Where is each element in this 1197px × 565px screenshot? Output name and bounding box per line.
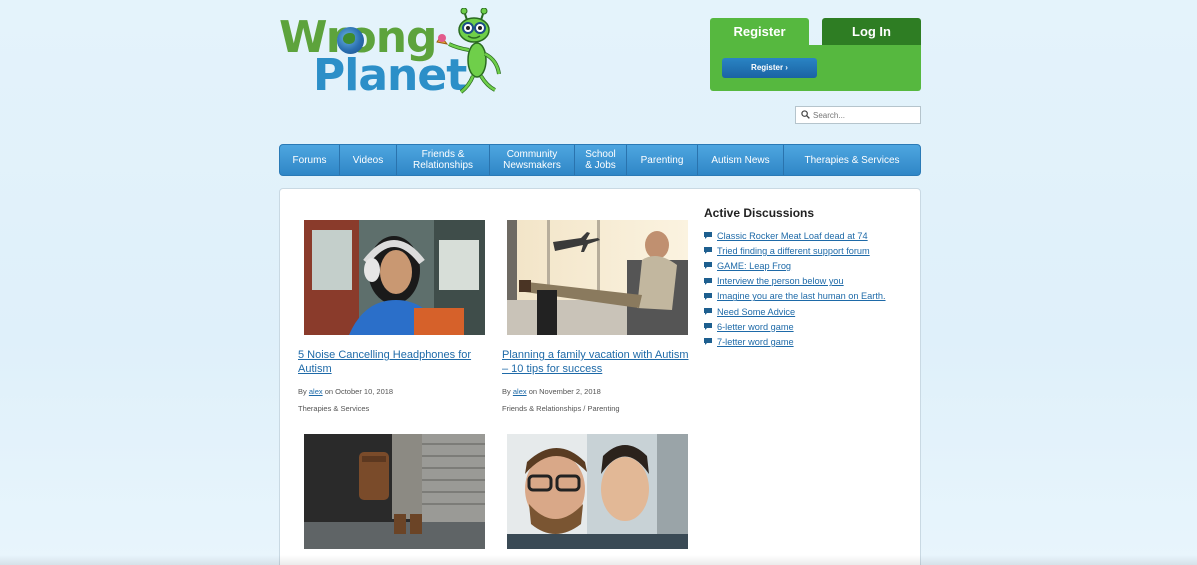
nav-videos-label: Videos <box>352 154 384 166</box>
byline-prefix: By <box>298 387 307 396</box>
search-box[interactable] <box>795 106 921 124</box>
article-date: on November 2, 2018 <box>528 387 601 396</box>
tab-login[interactable]: Log In <box>822 18 921 45</box>
article-meta-vacation: By alex on November 2, 2018 <box>502 387 601 397</box>
nav-therapies-services[interactable]: Therapies & Services <box>784 145 920 175</box>
article-image-backpack[interactable] <box>304 434 485 549</box>
article-meta-headphones: By alex on October 10, 2018 <box>298 387 393 397</box>
discussion-link[interactable]: Imagine you are the last human on Earth. <box>717 291 886 301</box>
nav-friends-relationships[interactable]: Friends & Relationships <box>397 145 490 175</box>
speech-bubble-icon <box>704 262 712 270</box>
nav-community-line1: Community <box>506 149 558 160</box>
nav-friends-line2: Relationships <box>412 160 474 171</box>
auth-box: Register Log In Register › <box>710 18 921 91</box>
article-category-vacation[interactable]: Friends & Relationships / Parenting <box>502 404 620 413</box>
tab-register[interactable]: Register <box>710 18 809 46</box>
discussion-item[interactable]: 6-letter word game <box>704 319 914 334</box>
discussion-item[interactable]: 7-letter word game <box>704 334 914 349</box>
discussion-item[interactable]: Imagine you are the last human on Earth. <box>704 289 914 304</box>
speech-bubble-icon <box>704 323 712 331</box>
site-logo[interactable]: Wrong Planet <box>279 8 509 98</box>
nav-school-line1: School <box>585 149 616 160</box>
speech-bubble-icon <box>704 232 712 240</box>
nav-parenting[interactable]: Parenting <box>627 145 698 175</box>
speech-bubble-icon <box>704 338 712 346</box>
discussion-link[interactable]: Tried finding a different support forum <box>717 246 870 256</box>
article-title-headphones[interactable]: 5 Noise Cancelling Headphones for Autism <box>298 348 488 376</box>
register-button[interactable]: Register › <box>722 58 817 78</box>
nav-videos[interactable]: Videos <box>340 145 397 175</box>
speech-bubble-icon <box>704 247 712 255</box>
nav-friends-line1: Friends & <box>421 149 465 160</box>
nav-parenting-label: Parenting <box>640 154 684 166</box>
two-men-selfie-image <box>507 434 688 549</box>
article-image-vacation[interactable] <box>507 220 688 335</box>
airport-traveler-image <box>507 220 688 335</box>
nav-autism-news-label: Autism News <box>711 154 770 166</box>
discussion-link[interactable]: GAME: Leap Frog <box>717 261 791 271</box>
article-date: on October 10, 2018 <box>324 387 394 396</box>
discussion-item[interactable]: Tried finding a different support forum <box>704 243 914 258</box>
discussion-item[interactable]: Classic Rocker Meat Loaf dead at 74 <box>704 228 914 243</box>
speech-bubble-icon <box>704 308 712 316</box>
discussion-item[interactable]: GAME: Leap Frog <box>704 258 914 273</box>
discussion-item[interactable]: Need Some Advice <box>704 304 914 319</box>
nav-forums-label: Forums <box>292 154 327 166</box>
article-image-headphones[interactable] <box>304 220 485 335</box>
article-category-headphones[interactable]: Therapies & Services <box>298 404 369 413</box>
active-discussions-title: Active Discussions <box>704 206 815 220</box>
person-with-backpack-image <box>304 434 485 549</box>
discussion-link[interactable]: Need Some Advice <box>717 307 795 317</box>
speech-bubble-icon <box>704 292 712 300</box>
nav-school-line2: & Jobs <box>585 160 616 171</box>
article-image-selfie[interactable] <box>507 434 688 549</box>
byline-prefix: By <box>502 387 511 396</box>
nav-autism-news[interactable]: Autism News <box>698 145 784 175</box>
nav-community-line2: Newsmakers <box>503 160 561 171</box>
discussion-link[interactable]: Classic Rocker Meat Loaf dead at 74 <box>717 231 868 241</box>
nav-forums[interactable]: Forums <box>280 145 340 175</box>
bottom-shadow <box>0 555 1197 565</box>
search-input[interactable] <box>813 108 917 122</box>
active-discussions: Active Discussions Classic Rocker Meat L… <box>704 206 914 350</box>
discussion-item[interactable]: Interview the person below you <box>704 274 914 289</box>
woman-with-headphones-image <box>304 220 485 335</box>
search-icon <box>801 110 810 119</box>
alien-mascot-icon <box>436 8 501 94</box>
discussion-link[interactable]: 6-letter word game <box>717 322 794 332</box>
author-link[interactable]: alex <box>513 387 527 396</box>
author-link[interactable]: alex <box>309 387 323 396</box>
discussion-link[interactable]: 7-letter word game <box>717 337 794 347</box>
article-title-vacation[interactable]: Planning a family vacation with Autism –… <box>502 348 692 376</box>
nav-school-jobs[interactable]: School & Jobs <box>575 145 627 175</box>
speech-bubble-icon <box>704 277 712 285</box>
discussion-link[interactable]: Interview the person below you <box>717 276 844 286</box>
main-nav: Forums Videos Friends & Relationships Co… <box>279 144 921 176</box>
nav-community-newsmakers[interactable]: Community Newsmakers <box>490 145 575 175</box>
nav-therapies-label: Therapies & Services <box>804 154 900 166</box>
